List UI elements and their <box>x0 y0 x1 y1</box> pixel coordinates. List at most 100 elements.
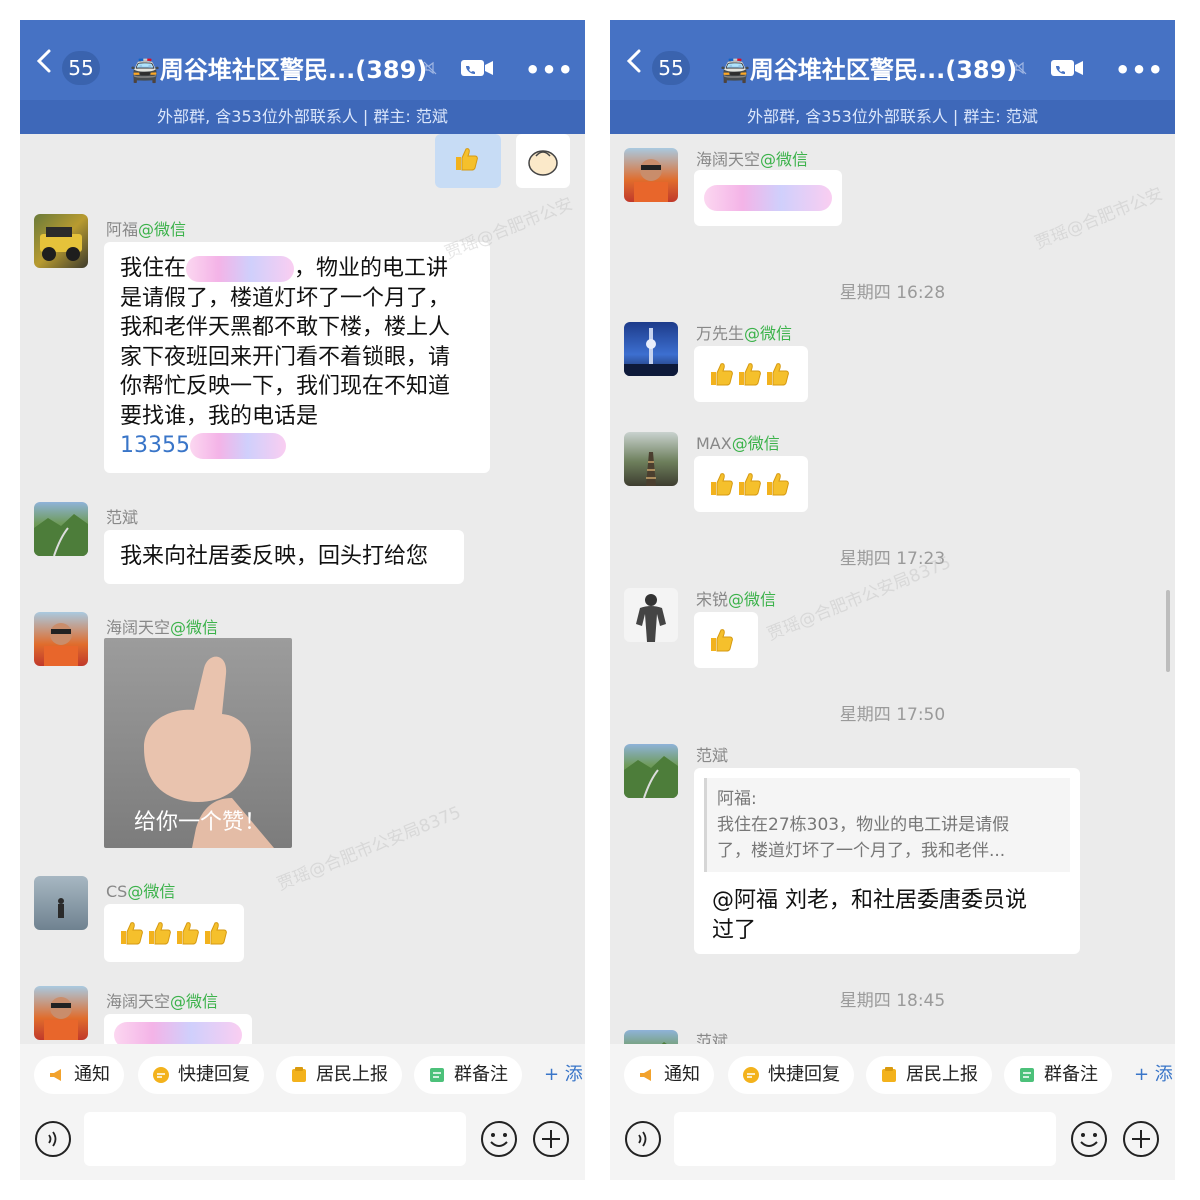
watermark: 贾瑶@合肥市公安 <box>442 194 576 264</box>
bun-emoji-icon[interactable] <box>516 134 570 188</box>
group-note-chip[interactable]: 群备注 <box>1004 1056 1112 1094</box>
input-bar <box>610 1106 1175 1180</box>
resident-report-chip[interactable]: 居民上报 <box>276 1056 402 1094</box>
thumbs-bubble[interactable] <box>694 456 808 512</box>
group-title[interactable]: 🚔周谷堆社区警民...(389) <box>130 50 430 85</box>
sender-name: 范斌 <box>106 508 139 527</box>
message-list[interactable]: 阿福@微信 我住在 ，物业的电工讲 是请假了，楼道灯坏了一个月了， 我和老伴天黑都… <box>20 134 585 1044</box>
sender-name: MAX@微信 <box>696 434 780 453</box>
back-chevron-icon[interactable] <box>624 48 644 74</box>
quick-toolbar: 通知 快捷回复 居民上报 群备注 + 添 <box>610 1044 1175 1106</box>
plus-icon[interactable] <box>1122 1120 1160 1158</box>
text-bubble[interactable]: 我住在 ，物业的电工讲 是请假了，楼道灯坏了一个月了， 我和老伴天黑都不敢下楼，楼… <box>104 242 490 473</box>
redacted-blur <box>704 185 832 211</box>
text-bubble[interactable]: 我来向社居委反映，回头打给您 <box>104 530 464 584</box>
sender-name: 范斌 <box>696 746 729 765</box>
plus-icon[interactable] <box>532 1120 570 1158</box>
avatar[interactable] <box>624 1030 678 1044</box>
phone-number-link[interactable]: 13355 <box>120 433 190 458</box>
voice-icon[interactable] <box>624 1120 662 1158</box>
unread-badge[interactable]: 55 <box>652 51 690 85</box>
megaphone-icon <box>640 1069 651 1081</box>
notify-chip[interactable]: 通知 <box>624 1056 714 1094</box>
more-icon[interactable]: ••• <box>525 56 574 84</box>
thumbs-up-icon <box>121 922 143 945</box>
group-title[interactable]: 🚔周谷堆社区警民...(389) <box>720 50 1020 85</box>
reply-text: @阿福 刘老，和社居委唐委员说 过了 <box>712 888 1027 943</box>
scrollbar-thumb[interactable] <box>1166 590 1170 672</box>
text-bubble[interactable] <box>694 170 842 226</box>
megaphone-icon <box>50 1069 61 1081</box>
text-bubble[interactable] <box>104 1014 252 1044</box>
clipboard-icon <box>292 1067 306 1082</box>
message-input[interactable] <box>84 1112 466 1166</box>
thumbs-up-icon <box>205 922 227 945</box>
group-note-chip[interactable]: 群备注 <box>414 1056 522 1094</box>
add-chip[interactable]: + 添 <box>544 1056 583 1094</box>
chat-screen-left: 55 🚔周谷堆社区警民...(389) ••• 外部群, 含353位外部联系人 … <box>20 20 585 1180</box>
thumbs-up-icon <box>711 473 733 496</box>
chat-screen-right: 55 🚔周谷堆社区警民...(389) ••• 外部群, 含353位外部联系人 … <box>610 20 1175 1180</box>
note-icon <box>430 1068 444 1082</box>
video-call-icon[interactable] <box>460 58 494 78</box>
note-icon <box>1020 1068 1034 1082</box>
group-info-bar[interactable]: 外部群, 含353位外部联系人 | 群主: 范斌 <box>610 100 1175 134</box>
quick-toolbar: 通知 快捷回复 居民上报 群备注 + 添 <box>20 1044 585 1106</box>
unread-badge[interactable]: 55 <box>62 51 100 85</box>
mute-icon <box>1013 61 1027 75</box>
emoji-icon[interactable] <box>480 1120 518 1158</box>
avatar[interactable] <box>34 214 88 268</box>
message-list[interactable]: 海阔天空@微信 星期四 16:28 万先生@微信 MAX@微信 星期四 17:2… <box>610 134 1175 1044</box>
avatar[interactable] <box>624 588 678 642</box>
redacted-blur <box>114 1022 242 1044</box>
reply-bubble[interactable]: 阿福: 我住在27栋303，物业的电工讲是请假 了，楼道灯坏了一个月了，我和老伴… <box>694 768 1080 954</box>
add-chip[interactable]: + 添 <box>1134 1056 1173 1094</box>
notify-chip[interactable]: 通知 <box>34 1056 124 1094</box>
back-chevron-icon[interactable] <box>34 48 54 74</box>
quoted-message[interactable]: 阿福: 我住在27栋303，物业的电工讲是请假 了，楼道灯坏了一个月了，我和老伴… <box>704 778 1070 872</box>
voice-icon[interactable] <box>34 1120 72 1158</box>
more-icon[interactable]: ••• <box>1115 56 1164 84</box>
avatar[interactable] <box>34 986 88 1040</box>
thumbs-bubble[interactable] <box>694 612 758 668</box>
message-input[interactable] <box>674 1112 1056 1166</box>
image-caption: 给你一个赞！ <box>134 810 267 835</box>
avatar[interactable] <box>34 612 88 666</box>
mute-icon <box>423 61 437 75</box>
thumbs-up-icon <box>767 363 789 386</box>
sender-name: 海阔天空@微信 <box>106 618 219 637</box>
thumbs-up-icon <box>149 922 171 945</box>
emoji-icon[interactable] <box>1070 1120 1108 1158</box>
watermark: 贾瑶@合肥市公安 <box>1032 184 1166 254</box>
redacted-blur <box>186 256 295 282</box>
video-call-icon[interactable] <box>1050 58 1084 78</box>
thumbs-up-icon <box>739 473 761 496</box>
redacted-blur <box>190 433 286 459</box>
thumbs-bubble[interactable] <box>694 346 808 402</box>
sender-name: 海阔天空@微信 <box>696 150 809 169</box>
avatar[interactable] <box>624 148 678 202</box>
avatar[interactable] <box>624 322 678 376</box>
quick-reply-chip[interactable]: 快捷回复 <box>138 1056 264 1094</box>
group-info-bar[interactable]: 外部群, 含353位外部联系人 | 群主: 范斌 <box>20 100 585 134</box>
sender-name: 万先生@微信 <box>696 324 793 343</box>
sender-name: 海阔天空@微信 <box>106 992 219 1011</box>
quick-reply-chip[interactable]: 快捷回复 <box>728 1056 854 1094</box>
avatar[interactable] <box>624 744 678 798</box>
watermark: 贾瑶@合肥市公安局8375 <box>274 802 464 895</box>
timestamp-separator: 星期四 18:45 <box>839 991 946 1011</box>
resident-report-chip[interactable]: 居民上报 <box>866 1056 992 1094</box>
avatar[interactable] <box>624 432 678 486</box>
avatar[interactable] <box>34 502 88 556</box>
avatar[interactable] <box>34 876 88 930</box>
image-message[interactable]: 给你一个赞！ <box>104 638 292 848</box>
speech-bubble-icon <box>153 1067 169 1083</box>
thumbs-bubble[interactable] <box>104 904 244 962</box>
sender-name: 范斌 <box>696 1032 729 1044</box>
thumbs-up-icon <box>739 363 761 386</box>
sender-name: 阿福@微信 <box>106 220 187 239</box>
thumbs-up-icon <box>456 148 478 171</box>
input-bar <box>20 1106 585 1180</box>
thumbs-up-icon <box>711 363 733 386</box>
self-thumb-bubble[interactable] <box>435 134 501 188</box>
